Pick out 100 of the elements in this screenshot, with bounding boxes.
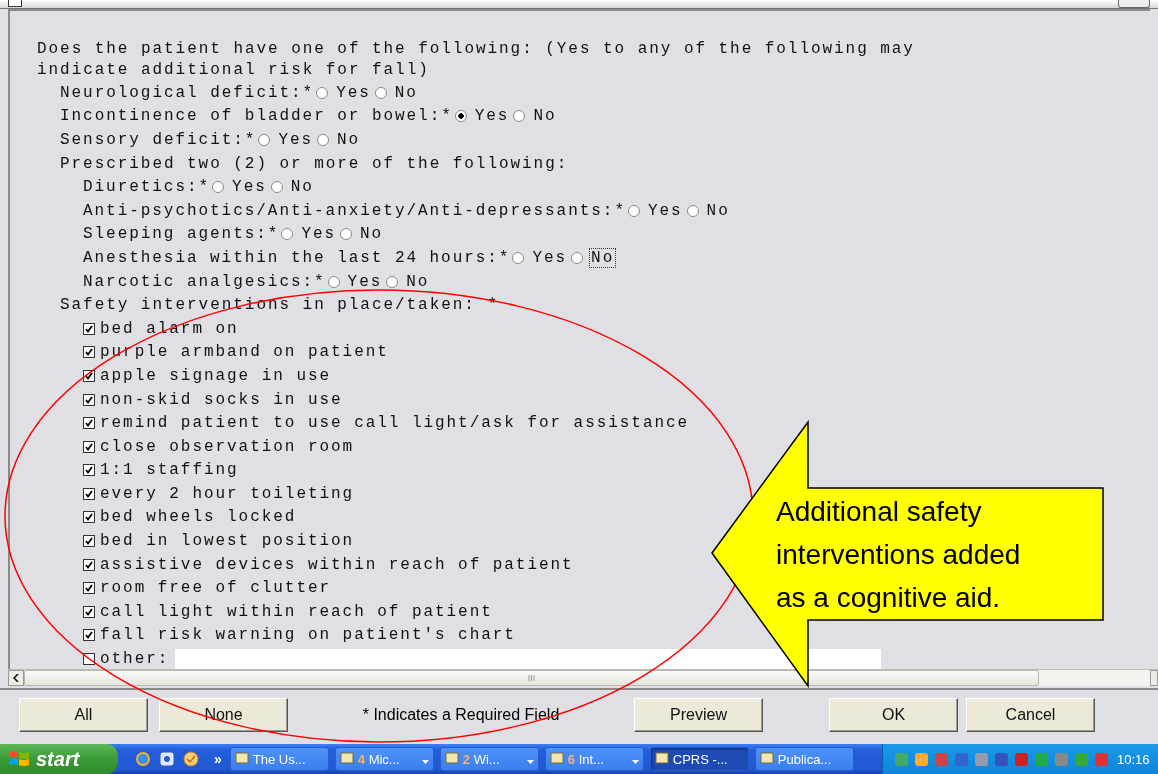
radio-button[interactable]: [454, 110, 467, 123]
option-label[interactable]: Yes: [334, 82, 373, 103]
window-icon: [8, 0, 22, 7]
checkmark-icon: [85, 442, 93, 451]
radio-button[interactable]: [327, 275, 340, 288]
dialog-button[interactable]: Cancel: [966, 698, 1095, 732]
radio-button[interactable]: [270, 181, 283, 194]
option-label[interactable]: No: [531, 106, 559, 127]
checkbox-option[interactable]: 1:1 staffing: [83, 461, 239, 480]
dropdown-arrow-icon: [631, 759, 639, 764]
checkmark-icon: [85, 513, 93, 522]
dialog-button[interactable]: Preview: [634, 698, 763, 732]
task-label: Publica...: [777, 751, 833, 767]
option-label[interactable]: Yes: [230, 177, 269, 198]
radio-button[interactable]: [258, 134, 271, 146]
taskbar-button[interactable]: Publica...: [754, 747, 854, 771]
checkmark-icon: [85, 560, 93, 569]
option-label[interactable]: No: [358, 224, 386, 245]
taskbar-button[interactable]: CPRS -...: [649, 747, 749, 771]
question-label: Neurological deficit:: [60, 83, 303, 102]
radio-button[interactable]: [686, 204, 699, 217]
option-label[interactable]: Yes: [345, 271, 385, 292]
checkbox-option[interactable]: assistive devices within reach of patient: [83, 555, 574, 574]
window-icon: [234, 750, 249, 765]
task-label: 4 Mic...: [357, 751, 401, 767]
checkbox-option[interactable]: close observation room: [83, 437, 355, 456]
radio-button[interactable]: [281, 228, 294, 241]
question-label: Incontinence of bladder or bowel:: [60, 107, 442, 126]
callout-text: Additional safety interventions added as a cognitive aid.: [776, 495, 1022, 615]
scroll-left-button[interactable]: [8, 670, 24, 686]
checkbox-option[interactable]: call light within reach of patient: [83, 602, 493, 621]
scroll-right-button[interactable]: [1150, 670, 1158, 686]
checkmark-icon: [85, 466, 93, 475]
checkbox-option[interactable]: bed in lowest position: [83, 532, 355, 551]
flag-logo-icon: [8, 749, 30, 769]
checkbox-option[interactable]: non-skid socks in use: [83, 390, 343, 409]
app-icon[interactable]: [158, 750, 176, 768]
question-text: Does the patient have one of the following: (Yes to any of the following may indicate additional risk for fall): [37, 39, 916, 81]
checkbox-option[interactable]: remind patient to use call light/ask for assistance: [83, 414, 690, 433]
radio-button[interactable]: [212, 181, 225, 194]
checkbox-option[interactable]: other:: [83, 650, 170, 669]
option-label[interactable]: Yes: [299, 224, 339, 245]
option-label[interactable]: No: [704, 200, 732, 221]
checkmark-icon: [85, 371, 93, 380]
tray-icon[interactable]: [953, 750, 970, 768]
option-label[interactable]: Yes: [645, 200, 685, 221]
checkmark-icon: [85, 395, 93, 404]
required-mark: *: [314, 272, 326, 291]
tray-icon[interactable]: [913, 750, 930, 768]
checkbox-option[interactable]: bed wheels locked: [83, 508, 297, 527]
checkbox-option[interactable]: every 2 hour toileting: [83, 484, 355, 503]
window-icon: [549, 750, 564, 765]
required-mark: *: [498, 248, 511, 267]
window-icon: [444, 750, 459, 765]
option-label[interactable]: No: [288, 177, 316, 198]
option-label[interactable]: No: [589, 247, 617, 268]
option-label[interactable]: No: [404, 271, 432, 292]
more-button[interactable]: »: [214, 751, 222, 767]
checkmark-icon: [85, 537, 93, 546]
option-label[interactable]: Yes: [530, 247, 570, 268]
radio-button[interactable]: [386, 275, 399, 288]
option-label[interactable]: No: [392, 82, 420, 103]
checkbox-option[interactable]: room free of clutter: [83, 579, 332, 598]
tray-icon[interactable]: [993, 750, 1010, 768]
question-label: Anesthesia within the last 24 hours:: [83, 248, 499, 267]
checkbox-option[interactable]: apple signage in use: [83, 366, 332, 385]
question-label: Sensory deficit:: [60, 131, 245, 149]
required-mark: *: [302, 83, 315, 102]
grip-icon: [527, 675, 536, 681]
dialog-button[interactable]: All: [19, 698, 148, 732]
dialog-button[interactable]: None: [159, 698, 288, 732]
checkbox-option[interactable]: fall risk warning on patient's chart: [83, 626, 516, 645]
window-icon: [654, 750, 669, 765]
task-label: The Us...: [252, 751, 307, 767]
radio-button[interactable]: [374, 86, 387, 99]
option-label[interactable]: No: [335, 130, 363, 150]
option-label[interactable]: Yes: [276, 130, 316, 150]
start-button[interactable]: start: [0, 744, 118, 774]
tray-icon[interactable]: [1093, 750, 1110, 768]
tray-icon[interactable]: [1013, 750, 1030, 768]
question-label: Sleeping agents:: [83, 225, 268, 244]
window-control-button[interactable]: [1118, 0, 1150, 8]
radio-button[interactable]: [627, 204, 640, 217]
radio-button[interactable]: [340, 228, 353, 241]
scrollbar-thumb[interactable]: [24, 670, 1039, 686]
tray-icon[interactable]: [933, 750, 950, 768]
arrow-left-icon: [13, 674, 19, 682]
radio-button[interactable]: [513, 110, 526, 123]
group-heading: Prescribed two (2) or more of the following:: [60, 154, 569, 173]
radio-button[interactable]: [512, 251, 525, 264]
radio-button[interactable]: [317, 134, 330, 146]
radio-button[interactable]: [571, 251, 584, 264]
window-icon: [339, 750, 354, 765]
dialog-button[interactable]: OK: [829, 698, 958, 732]
radio-button[interactable]: [316, 86, 329, 99]
option-label[interactable]: Yes: [472, 106, 512, 127]
other-text-field[interactable]: [175, 649, 882, 670]
taskbar-button[interactable]: 4 Mic...: [334, 747, 434, 771]
checkmark-icon: [85, 489, 93, 498]
checkmark-icon: [85, 419, 93, 428]
